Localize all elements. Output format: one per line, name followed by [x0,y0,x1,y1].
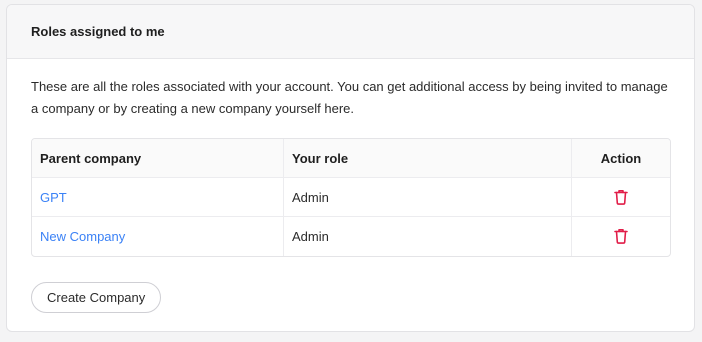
header-your-role: Your role [284,139,572,178]
table-row: GPT Admin [32,178,670,217]
role-cell: Admin [284,217,572,256]
delete-role-button[interactable] [611,187,631,207]
roles-card: Roles assigned to me These are all the r… [6,4,695,332]
action-cell [572,217,670,256]
roles-description: These are all the roles associated with … [31,79,668,116]
delete-role-button[interactable] [611,226,631,246]
action-cell [572,178,670,217]
role-text: Admin [292,229,329,244]
card-body: These are all the roles associated with … [7,59,694,313]
header-parent-company: Parent company [32,139,284,178]
role-text: Admin [292,189,329,205]
create-company-button[interactable]: Create Company [31,282,162,313]
trash-icon [614,189,628,205]
card-title: Roles assigned to me [31,24,165,39]
company-link-new-company[interactable]: New Company [40,229,125,244]
role-cell: Admin [284,178,572,217]
header-action: Action [572,139,670,178]
company-cell: New Company [32,217,284,256]
company-link-gpt[interactable]: GPT [40,190,67,205]
roles-table: Parent company Your role Action GPT Admi… [31,138,671,257]
table-row: New Company Admin [32,217,670,256]
table-header-row: Parent company Your role Action [32,139,670,178]
trash-icon [614,229,628,244]
card-header: Roles assigned to me [7,5,694,59]
company-cell: GPT [32,178,284,217]
